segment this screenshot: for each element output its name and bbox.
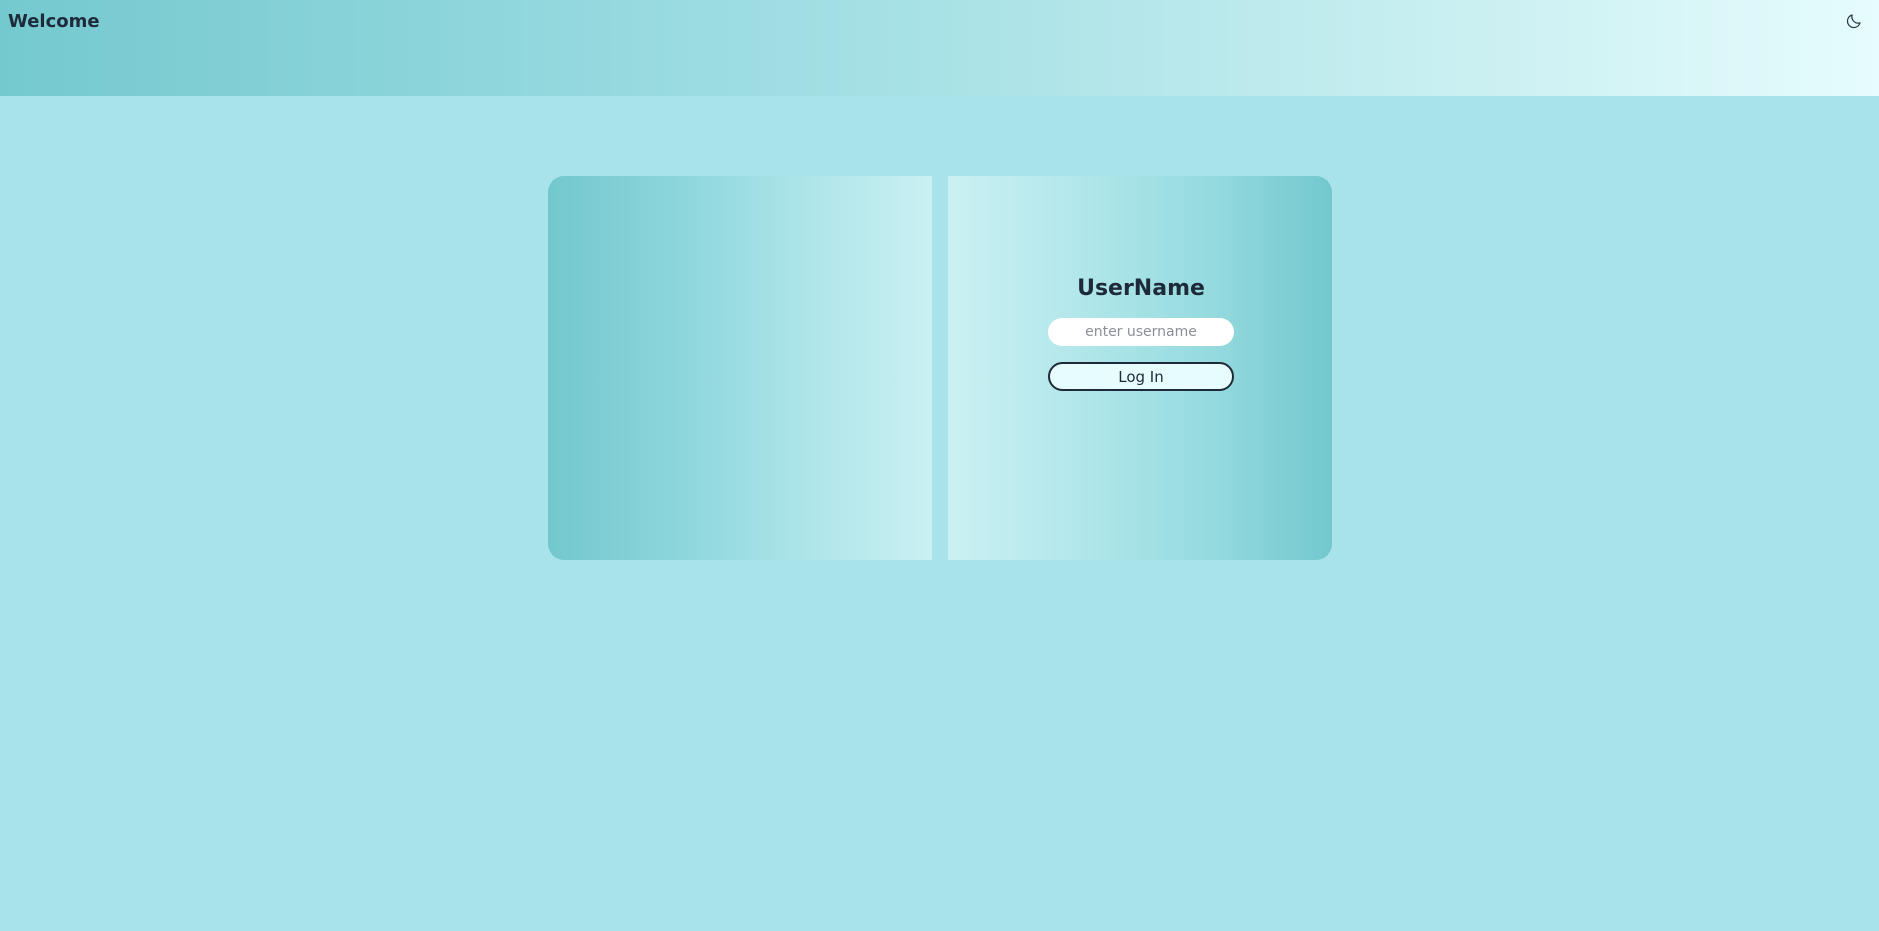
theme-toggle-button[interactable] — [1843, 10, 1865, 32]
moon-icon — [1846, 14, 1861, 29]
login-panel: UserName Log In — [948, 176, 1332, 560]
login-button[interactable]: Log In — [1048, 362, 1234, 391]
app-title: Welcome — [8, 11, 100, 32]
login-card: UserName Log In — [548, 176, 1332, 560]
decorative-panel — [548, 176, 932, 560]
form-title: UserName — [1077, 276, 1205, 301]
top-bar: Welcome — [0, 0, 1879, 96]
username-input[interactable] — [1048, 318, 1234, 346]
login-form: UserName Log In — [1048, 274, 1234, 391]
